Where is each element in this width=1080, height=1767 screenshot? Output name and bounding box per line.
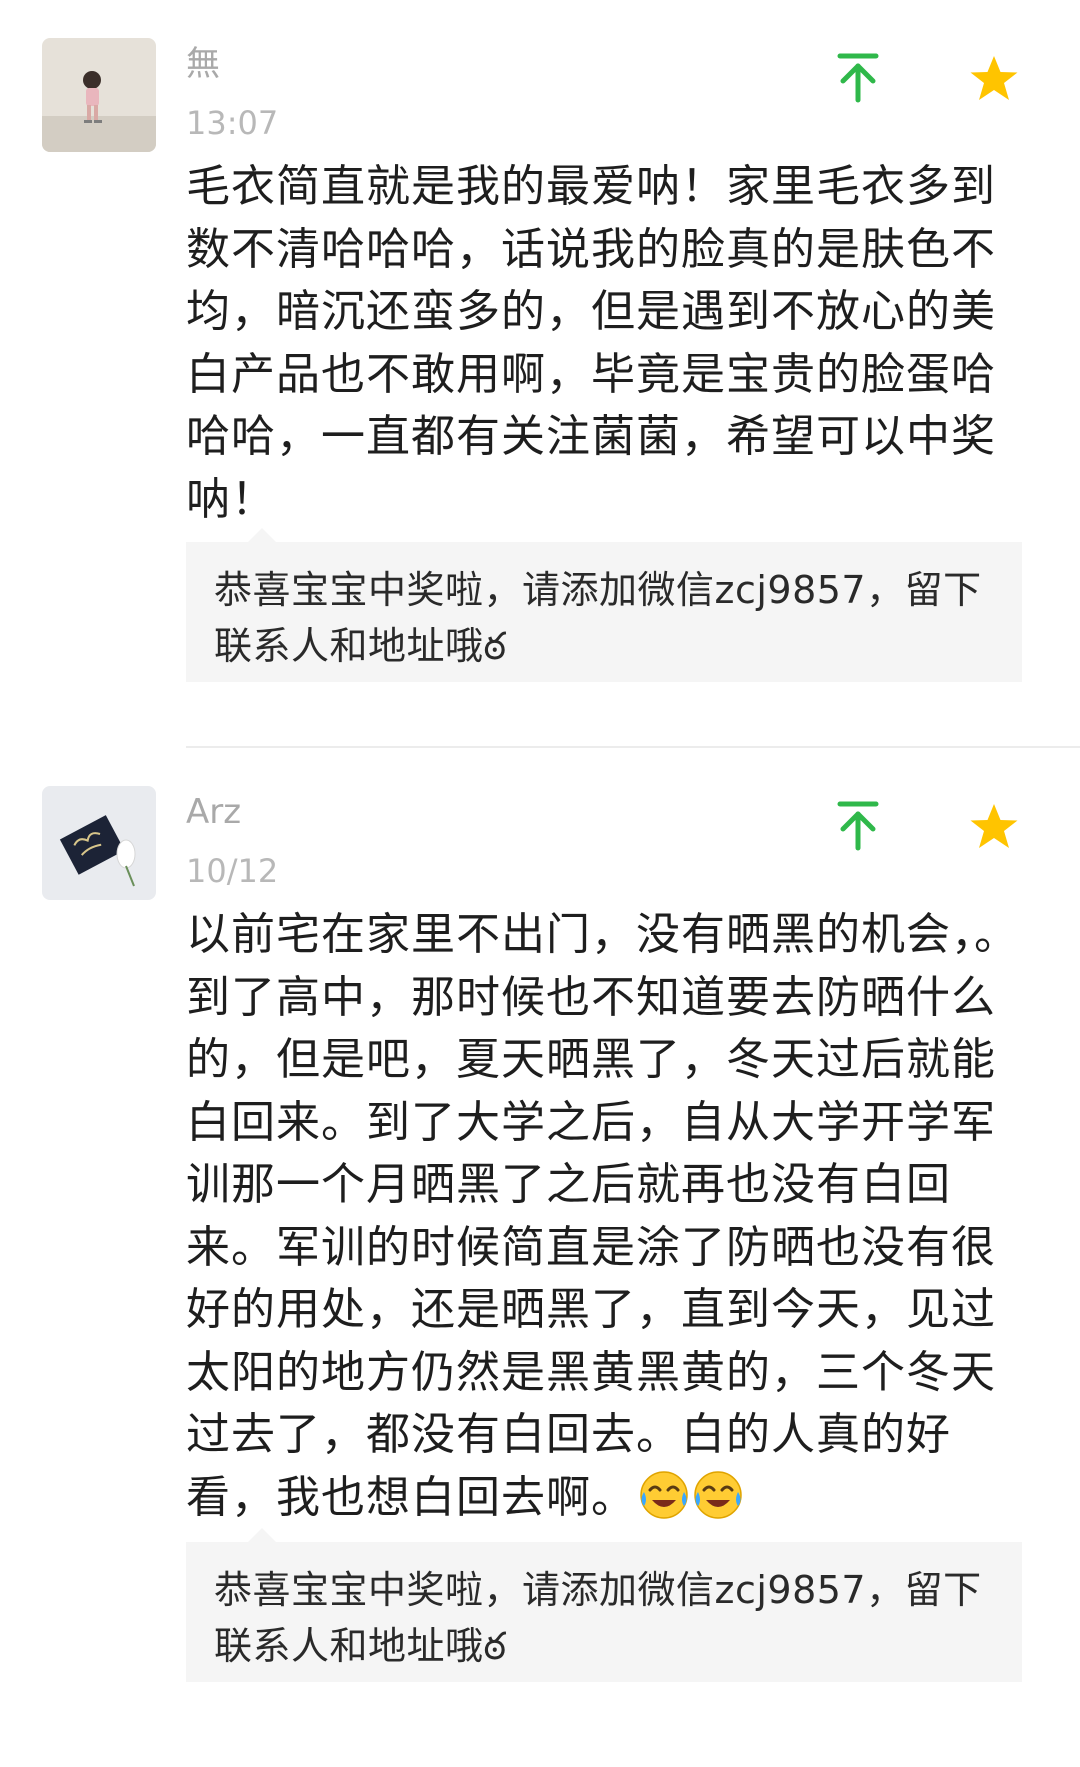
star-icon[interactable] [968,54,1020,104]
comment-text: 毛衣简直就是我的最爱呐！家里毛衣多到数不清哈哈哈，话说我的脸真的是肤色不均，暗沉… [186,161,996,525]
comment-text: 以前宅在家里不出门，没有晒黑的机会，。到了高中，那时候也不知道要去防晒什么的，但… [186,904,1036,1529]
reply-bubble: 恭喜宝宝中奖啦，请添加微信zcj9857，留下联系人和地址哦ఠ [186,1528,1022,1682]
avatar[interactable] [42,38,156,152]
timestamp: 13:07 [186,104,279,142]
upvote-arrow-icon[interactable] [836,52,880,104]
comment-item: 無 13:07 毛衣简直就是我的最爱呐！家里毛衣多到数不清哈哈哈，话说我的脸真的… [0,0,1080,748]
reply-notch [248,1528,276,1542]
upvote-arrow-icon[interactable] [836,800,880,852]
avatar[interactable] [42,786,156,900]
username: Arz [186,792,242,832]
crying-laughing-emoji [692,1468,744,1520]
reply-text: 恭喜宝宝中奖啦，请添加微信zcj9857，留下联系人和地址哦ఠ [186,542,1022,682]
star-icon[interactable] [968,802,1020,852]
reply-notch [248,528,276,542]
comment-item: Arz 10/12 以前宅在家里不出门，没有晒黑的机会，。到了高中，那时候也不知… [0,748,1080,1767]
reply-text: 恭喜宝宝中奖啦，请添加微信zcj9857，留下联系人和地址哦ఠ [186,1542,1022,1682]
username: 無 [186,44,220,84]
reply-bubble: 恭喜宝宝中奖啦，请添加微信zcj9857，留下联系人和地址哦ఠ [186,528,1022,682]
timestamp: 10/12 [186,852,279,890]
comment-text-body: 以前宅在家里不出门，没有晒黑的机会，。到了高中，那时候也不知道要去防晒什么的，但… [186,909,1019,1523]
crying-laughing-emoji [638,1468,690,1520]
